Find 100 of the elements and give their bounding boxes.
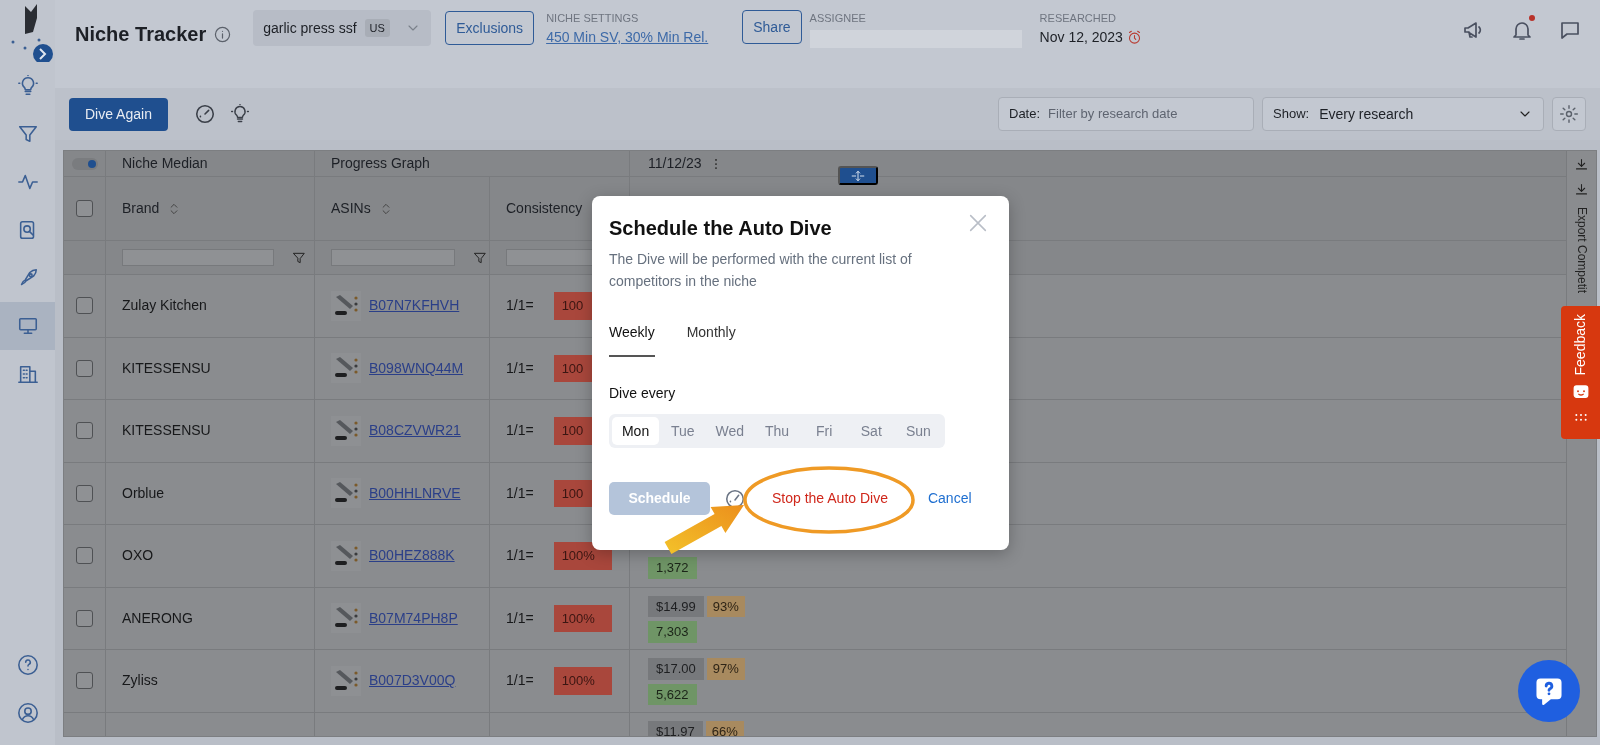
row-checkbox[interactable] — [76, 359, 93, 377]
niche-settings-label: NICHE SETTINGS — [546, 11, 640, 26]
brand-cell-text: ANERONG — [122, 608, 193, 628]
asin-link[interactable]: B07N7KFHVH — [369, 295, 460, 317]
date-filter-input[interactable]: Filter by research date — [1046, 103, 1243, 125]
resize-handle[interactable] — [838, 166, 878, 185]
price-tag: $11.97 — [648, 720, 703, 736]
search-volume-tag: 1,372 — [648, 557, 697, 579]
row-checkbox[interactable] — [76, 484, 93, 502]
modal-description: The Dive will be performed with the current list of competitors in the niche — [609, 250, 913, 291]
asin-link[interactable]: B00HEZ888K — [369, 545, 455, 567]
consistency-cell-text: 1/1= — [506, 608, 534, 628]
settings-button[interactable] — [1552, 97, 1586, 131]
feedback-tab[interactable]: Feedback — [1561, 306, 1600, 439]
asin-link[interactable]: B08CZVWR21 — [369, 420, 461, 442]
sv-percent-tag: 97% — [706, 658, 745, 680]
show-select[interactable]: Show: Every research — [1262, 97, 1544, 131]
price-tag: $14.99 — [648, 595, 704, 617]
row-checkbox[interactable] — [76, 609, 93, 627]
brand-cell-text: OXO — [122, 546, 154, 566]
day-option[interactable]: Tue — [659, 417, 707, 445]
share-button[interactable]: Share — [742, 10, 802, 44]
schedule-button: Schedule — [609, 482, 710, 515]
score-badge: 100% — [553, 542, 612, 570]
row-checkbox[interactable] — [76, 672, 93, 690]
alarm-clock-icon — [1126, 29, 1142, 45]
sv-percent-tag: 93% — [706, 595, 745, 617]
brand-cell-text: Zulay Kitchen — [122, 296, 207, 316]
cancel-link[interactable]: Cancel — [927, 488, 972, 509]
day-option[interactable]: Wed — [706, 417, 754, 445]
row-checkbox[interactable] — [76, 547, 93, 565]
day-option[interactable]: Sat — [847, 417, 895, 445]
close-button[interactable] — [967, 212, 989, 234]
niche-dropdown[interactable]: garlic press ssf US — [253, 10, 432, 46]
researched-date: Nov 12, 2023 — [1039, 27, 1123, 47]
search-volume-tag: 5,622 — [648, 683, 697, 705]
price-tag: $17.00 — [648, 658, 704, 680]
sidebar-item[interactable] — [0, 302, 55, 350]
monitor-icon — [16, 315, 39, 337]
info-icon[interactable] — [214, 26, 232, 43]
day-option[interactable]: Fri — [800, 417, 848, 445]
score-badge: 100% — [553, 667, 612, 695]
filter-icon[interactable] — [292, 250, 306, 265]
search-volume-tag: 7,303 — [648, 621, 697, 643]
asin-link[interactable]: B07M74PH8P — [369, 607, 458, 629]
row-checkbox[interactable] — [76, 297, 93, 315]
filter-icon[interactable] — [473, 250, 487, 265]
filter-input[interactable] — [331, 249, 455, 266]
stop-auto-dive-link[interactable]: Stop the Auto Dive — [772, 488, 888, 509]
modal-title: Schedule the Auto Dive — [609, 216, 832, 240]
row-checkbox[interactable] — [76, 422, 93, 440]
export-label[interactable]: Export Competit — [1572, 207, 1591, 294]
gauge-icon[interactable] — [193, 103, 216, 125]
asin-link[interactable]: B098WNQ44M — [369, 357, 464, 379]
close-icon — [967, 212, 989, 234]
filter-icon — [16, 123, 39, 145]
day-option[interactable]: Mon — [612, 417, 660, 445]
brand-cell-text: KITESSENSU — [122, 421, 211, 441]
consistency-cell-text: 1/1= — [506, 296, 534, 316]
select-all-checkbox[interactable] — [76, 200, 93, 217]
bulb-icon[interactable] — [229, 104, 250, 124]
asin-link[interactable]: B00HHLNRVE — [369, 482, 461, 504]
day-option[interactable]: Sun — [894, 417, 942, 445]
researched-label: RESEARCHED — [1039, 11, 1117, 26]
brand-cell-text: Zyliss — [122, 671, 158, 691]
marketplace-badge: US — [364, 18, 390, 38]
median-toggle[interactable] — [71, 157, 98, 170]
assignee-label: ASSIGNEE — [809, 11, 867, 26]
user-icon — [16, 702, 39, 724]
dive-again-button[interactable]: Dive Again — [69, 97, 168, 131]
date-filter-field[interactable]: Date: Filter by research date — [998, 97, 1254, 131]
consistency-cell-text: 1/1= — [506, 483, 534, 503]
column-header[interactable]: ASINs — [331, 198, 371, 219]
brand-cell-text: KITESSENSU — [122, 358, 211, 378]
consistency-cell-text: 1/1= — [506, 671, 534, 691]
column-group-header: Niche Median — [122, 154, 208, 173]
consistency-cell-text: 1/1= — [506, 546, 534, 566]
bulb-icon — [16, 75, 39, 97]
asin-link[interactable]: B007D3V00Q — [369, 670, 456, 692]
sv-percent-tag: 66% — [705, 720, 744, 736]
frequency-tab[interactable]: Monthly — [686, 322, 736, 357]
download-icon[interactable] — [1574, 157, 1589, 172]
column-header: Consistency — [506, 199, 583, 218]
column-group-header: 11/12/23 — [648, 154, 702, 173]
dive-every-label: Dive every — [609, 384, 677, 403]
help-icon — [16, 654, 39, 676]
filter-input[interactable] — [122, 249, 274, 266]
page-title: Niche Tracker — [75, 22, 207, 47]
date-filter-label: Date: — [1009, 105, 1041, 124]
column-header[interactable]: Brand — [122, 198, 160, 219]
niche-settings-link[interactable]: 450 Min SV, 30% Min Rel. — [546, 26, 709, 48]
brand-cell-text: Orblue — [122, 483, 165, 503]
consistency-cell-text: 1/1= — [506, 421, 534, 441]
exclusions-button[interactable]: Exclusions — [445, 11, 535, 45]
show-value: Every research — [1319, 104, 1414, 124]
day-option[interactable]: Thu — [753, 417, 801, 445]
column-group-header: Progress Graph — [331, 154, 430, 173]
download-icon[interactable] — [1574, 182, 1589, 197]
frequency-tab[interactable]: Weekly — [609, 322, 655, 357]
settings-icon — [1559, 104, 1579, 124]
